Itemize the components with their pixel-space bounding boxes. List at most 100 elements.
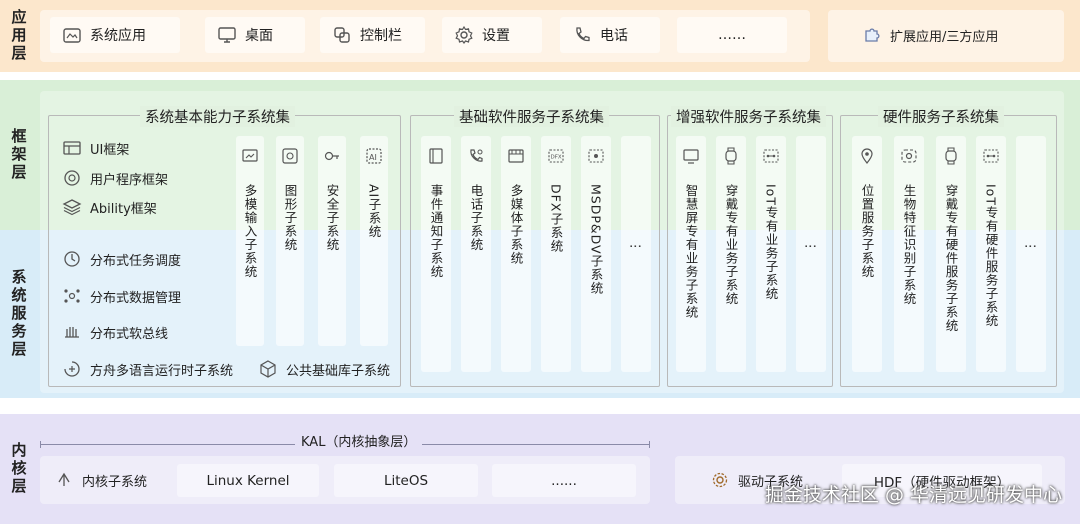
column-label: 穿戴专有业务子系统 — [723, 184, 739, 306]
column-wearable-business[interactable]: 穿戴专有业务子系统 — [716, 136, 746, 372]
fw-item-program[interactable]: 用户程序框架 — [62, 168, 168, 188]
svg-text:AI: AI — [369, 153, 377, 162]
column-ai[interactable]: AI AI子系统 — [360, 136, 388, 346]
column-graphics[interactable]: 图形子系统 — [276, 136, 304, 346]
svc-item-label: 分布式软总线 — [90, 326, 169, 342]
group-title-basic-capability: 系统基本能力子系统集 — [140, 106, 295, 127]
kernel-subsystem-label: 内核子系统 — [82, 474, 148, 490]
column-label: ⋮ — [803, 240, 819, 254]
svc-item-label: 公共基础库子系统 — [286, 363, 391, 379]
extension-apps[interactable]: 扩展应用/三方应用 — [850, 17, 1050, 53]
svc-item-bus[interactable]: 分布式软总线 — [62, 322, 168, 342]
kernel-more[interactable]: ...... — [492, 464, 636, 497]
msdp-icon — [586, 146, 606, 166]
column-label: AI子系统 — [366, 184, 382, 239]
app-item-more[interactable]: …… — [677, 17, 787, 53]
location-icon — [857, 146, 877, 166]
ark-icon — [62, 359, 82, 379]
extension-label: 扩展应用/三方应用 — [890, 29, 999, 45]
column-more-basic-software[interactable]: ⋮ — [621, 136, 651, 372]
column-label: IoT专有硬件服务子系统 — [983, 184, 999, 328]
svg-text:DFX: DFX — [551, 155, 562, 161]
group-title-basic-software: 基础软件服务子系统集 — [454, 106, 609, 127]
fw-item-ui[interactable]: UI框架 — [62, 138, 129, 158]
column-security[interactable]: 安全子系统 — [318, 136, 346, 346]
telephony-icon — [466, 146, 486, 166]
column-smart-screen[interactable]: 智慧屏专有业务子系统 — [676, 136, 706, 372]
column-label: MSDP&DV子系统 — [588, 184, 604, 296]
column-more-enhanced[interactable]: ⋮ — [796, 136, 826, 372]
kernel-subsystem[interactable]: 内核子系统 — [54, 470, 147, 490]
column-iot-business[interactable]: IoT专有业务子系统 — [756, 136, 786, 372]
kernel-linux[interactable]: Linux Kernel — [177, 464, 319, 497]
group-title-hardware: 硬件服务子系统集 — [878, 106, 1004, 127]
task-icon — [62, 249, 82, 269]
screen-icon — [681, 146, 701, 166]
biometric-icon — [899, 146, 919, 166]
layer-label-app: 应用层 — [9, 9, 28, 63]
layer-label-kernel: 内核层 — [9, 442, 28, 496]
column-telephony[interactable]: 电话子系统 — [461, 136, 491, 372]
kal-label: KAL（内核抽象层） — [295, 431, 423, 450]
column-dfx[interactable]: DFX DFX子系统 — [541, 136, 571, 372]
svc-item-common-lib[interactable]: 公共基础库子系统 — [258, 359, 390, 379]
phone-icon — [572, 25, 592, 45]
column-multimodal-input[interactable]: 多模输入子系统 — [236, 136, 264, 346]
svc-item-data[interactable]: 分布式数据管理 — [62, 286, 181, 306]
watch-icon — [941, 146, 961, 166]
column-wearable-hardware[interactable]: 穿戴专有硬件服务子系统 — [936, 136, 966, 372]
column-location[interactable]: 位置服务子系统 — [852, 136, 882, 372]
column-label: IoT专有业务子系统 — [763, 184, 779, 301]
app-item-settings[interactable]: 设置 — [442, 17, 542, 53]
media-icon — [506, 146, 526, 166]
notify-icon — [426, 146, 446, 166]
app-item-control-bar[interactable]: 控制栏 — [320, 17, 425, 53]
column-label: 电话子系统 — [468, 184, 484, 252]
ui-icon — [62, 138, 82, 158]
svc-item-ark[interactable]: 方舟多语言运行时子系统 — [62, 359, 233, 379]
cube-icon — [258, 359, 278, 379]
column-iot-hardware[interactable]: IoT专有硬件服务子系统 — [976, 136, 1006, 372]
app-item-desktop[interactable]: 桌面 — [205, 17, 305, 53]
app-item-label: 控制栏 — [360, 28, 402, 44]
fw-item-ability[interactable]: Ability框架 — [62, 197, 157, 217]
column-label: 穿戴专有硬件服务子系统 — [943, 184, 959, 333]
gear-icon — [454, 25, 474, 45]
watermark: 掘金技术社区 @ 华清远见研发中心 — [764, 484, 1062, 506]
svc-item-label: 分布式数据管理 — [90, 290, 182, 306]
column-label: 智慧屏专有业务子系统 — [683, 184, 699, 319]
kernel-liteos[interactable]: LiteOS — [334, 464, 478, 497]
layer-label-framework: 框架层 — [9, 128, 28, 182]
column-label: DFX子系统 — [548, 184, 564, 253]
data-icon — [62, 286, 82, 306]
column-label: 位置服务子系统 — [859, 184, 875, 279]
app-item-label: 系统应用 — [90, 28, 146, 44]
column-msdp-dv[interactable]: MSDP&DV子系统 — [581, 136, 611, 372]
fw-item-label: Ability框架 — [90, 201, 157, 217]
input-icon — [240, 146, 260, 166]
ai-icon: AI — [364, 146, 384, 166]
puzzle-icon — [862, 25, 882, 45]
group-title-enhanced-software: 增强软件服务子系统集 — [671, 106, 826, 127]
column-label: 图形子系统 — [282, 184, 298, 252]
column-more-hardware[interactable]: ⋮ — [1016, 136, 1046, 372]
svc-item-label: 分布式任务调度 — [90, 253, 182, 269]
column-event-notification[interactable]: 事件通知子系统 — [421, 136, 451, 372]
svc-item-task[interactable]: 分布式任务调度 — [62, 249, 181, 269]
watch-icon — [721, 146, 741, 166]
column-biometric[interactable]: 生物特征识别子系统 — [894, 136, 924, 372]
key-icon — [322, 146, 342, 166]
column-label: ⋮ — [628, 240, 644, 254]
app-item-system-apps[interactable]: 系统应用 — [50, 17, 180, 53]
driver-gear-icon — [710, 470, 730, 490]
column-label: 安全子系统 — [324, 184, 340, 252]
bus-icon — [62, 322, 82, 342]
column-label: 生物特征识别子系统 — [901, 184, 917, 306]
monitor-icon — [217, 25, 237, 45]
app-item-phone[interactable]: 电话 — [560, 17, 660, 53]
control-icon — [332, 25, 352, 45]
app-window-icon — [62, 25, 82, 45]
column-multimedia[interactable]: 多媒体子系统 — [501, 136, 531, 372]
app-item-label: …… — [718, 27, 746, 43]
app-item-label: 电话 — [600, 28, 628, 44]
